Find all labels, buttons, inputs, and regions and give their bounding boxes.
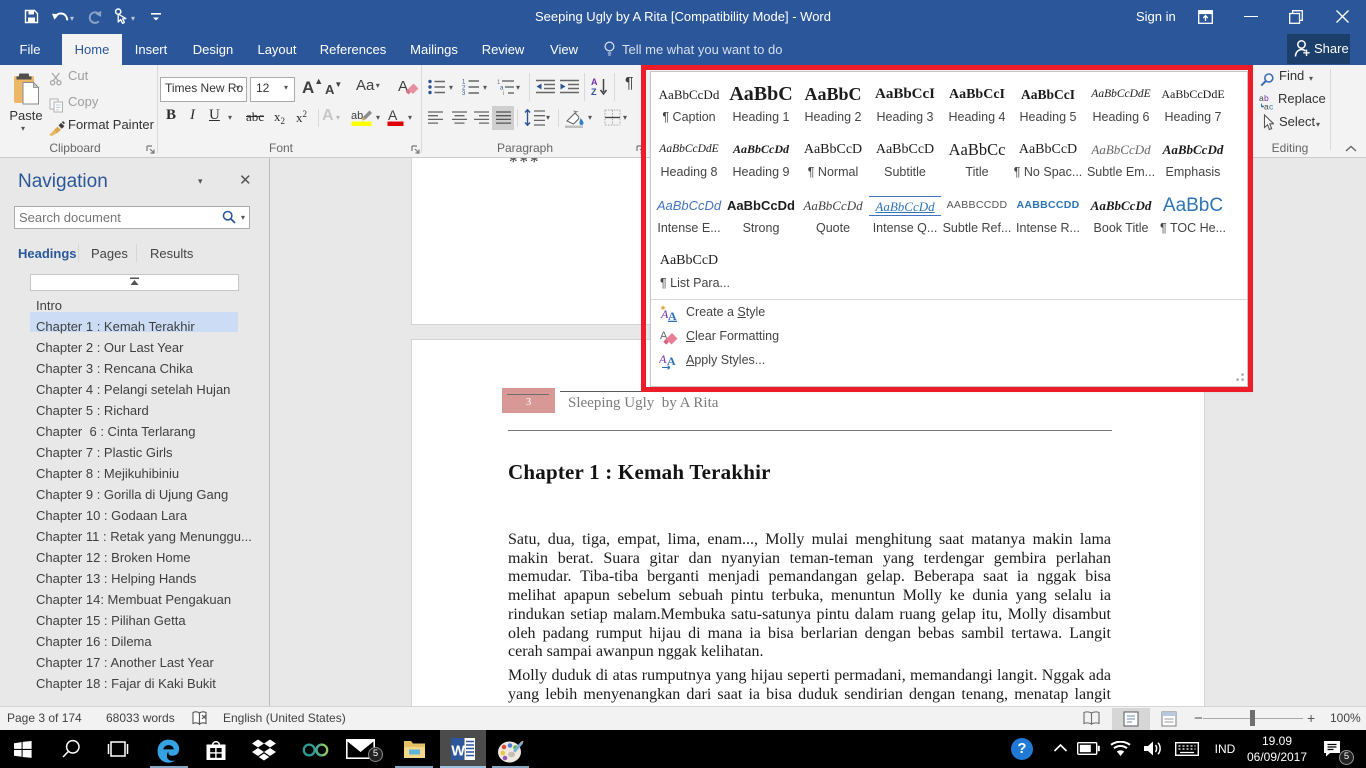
svg-text:3: 3 (462, 91, 466, 95)
svg-text:Z: Z (591, 87, 597, 96)
svg-text:ab: ab (351, 110, 363, 122)
svg-text:W: W (451, 744, 465, 760)
svg-text:A: A (388, 107, 398, 123)
svg-text:A: A (591, 77, 598, 87)
svg-text:c: c (1269, 102, 1274, 111)
svg-text:i: i (503, 91, 504, 95)
